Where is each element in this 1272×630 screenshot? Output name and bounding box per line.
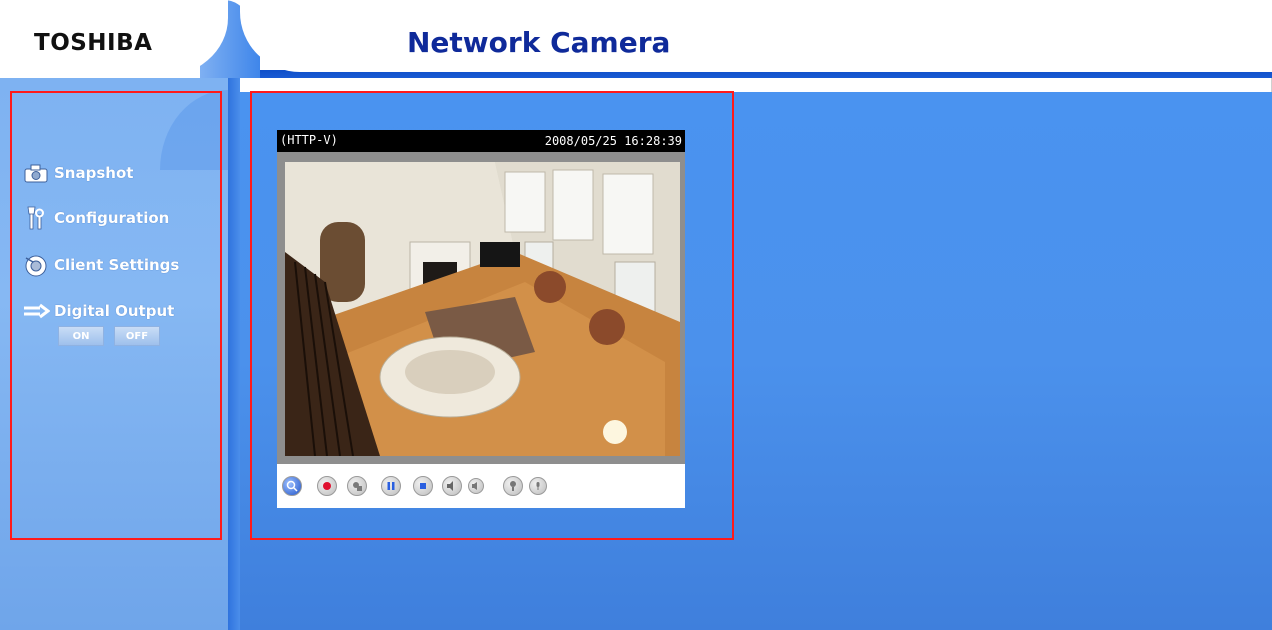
highlight-box-sidebar bbox=[10, 91, 222, 540]
brand-logo: TOSHIBA bbox=[34, 30, 153, 56]
highlight-box-viewer bbox=[250, 91, 734, 540]
title-tab bbox=[240, 0, 1272, 72]
panel-divider bbox=[228, 78, 240, 630]
page-title: Network Camera bbox=[407, 26, 671, 59]
header: TOSHIBA Network Camera bbox=[0, 0, 1272, 78]
